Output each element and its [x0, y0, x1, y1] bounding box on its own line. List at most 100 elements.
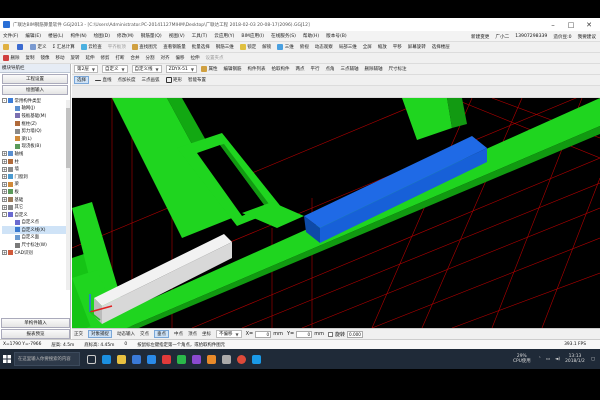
batch-select-button[interactable]: 批量选择 — [192, 44, 210, 50]
align-button[interactable]: 对齐 — [161, 55, 170, 61]
trim-button[interactable]: 修剪 — [101, 55, 110, 61]
vertex-snap[interactable]: 顶点 — [188, 331, 197, 337]
delete-button[interactable]: 删除 — [3, 55, 20, 61]
offset-button[interactable]: 偏移 — [176, 55, 185, 61]
viewport-canvas[interactable] — [72, 98, 600, 328]
menu-view[interactable]: 视图(V) — [169, 33, 185, 39]
tree-node[interactable]: + 梁 — [2, 181, 68, 189]
menu-member[interactable]: 构件(N) — [70, 33, 86, 39]
minimize-icon[interactable]: – — [544, 18, 562, 31]
tree-node[interactable]: + 柱 — [2, 158, 68, 166]
zoom-button[interactable]: 缩放 — [378, 44, 387, 50]
app-green-icon[interactable] — [174, 349, 189, 369]
pick-member-button[interactable]: 拾取构件 — [271, 66, 289, 72]
tree-node[interactable]: 自定义面 — [2, 234, 68, 242]
chrome-icon[interactable] — [234, 349, 249, 369]
menu-tools[interactable]: 工具(T) — [192, 33, 208, 39]
select-floor-button[interactable]: 选择楼层 — [432, 44, 450, 50]
view-rebar-button[interactable]: 查看钢筋量 — [163, 44, 186, 50]
tree-node[interactable]: - 常用构件类型 — [2, 97, 68, 105]
menu-help[interactable]: 帮助(H) — [303, 33, 319, 39]
tree-node[interactable]: 框柱(Z) — [2, 120, 68, 128]
menu-edit[interactable]: 编辑(E) — [25, 33, 41, 39]
expand-icon[interactable]: + — [2, 189, 7, 195]
volume-icon[interactable]: ◄) — [555, 357, 560, 362]
menu-floor[interactable]: 楼层(L) — [48, 33, 63, 39]
tree-node[interactable]: 自定义点 — [2, 219, 68, 227]
tree-node[interactable]: 剪力墙(Q) — [2, 127, 68, 135]
three-arc-tool[interactable]: 三点画弧 — [142, 77, 160, 83]
tree-node[interactable]: - 自定义 — [2, 211, 68, 219]
pan-button[interactable]: 平移 — [393, 44, 402, 50]
app-orange-icon[interactable] — [204, 349, 219, 369]
expand-icon[interactable]: + — [2, 181, 7, 187]
rebar-3d-button[interactable]: 钢筋三维 — [216, 44, 234, 50]
new-change-button[interactable]: 新建变更 — [471, 34, 489, 40]
point-length-tool[interactable]: 点加长度 — [118, 77, 136, 83]
two-point-button[interactable]: 两点 — [295, 66, 304, 72]
edge-icon[interactable] — [99, 349, 114, 369]
3d-viewport[interactable] — [72, 98, 600, 328]
fullscreen-button[interactable]: 全屏 — [363, 44, 372, 50]
expand-icon[interactable]: + — [2, 204, 7, 210]
glodon-icon[interactable] — [249, 349, 264, 369]
rotate-screen-button[interactable]: 屏幕旋转 — [408, 44, 426, 50]
move-button[interactable]: 移动 — [56, 55, 65, 61]
break-button[interactable]: 打断 — [116, 55, 125, 61]
close-icon[interactable]: ✕ — [580, 18, 598, 31]
feedback-link[interactable]: 我要建议 — [578, 34, 596, 40]
align-top-button[interactable]: 平齐板顶 — [108, 44, 126, 50]
taskbar-search[interactable]: 在这里输入你要搜索的内容 — [14, 352, 80, 366]
menu-rebar[interactable]: 钢筋量(Q) — [141, 33, 162, 39]
tree-node[interactable]: 轴网(J) — [2, 105, 68, 113]
clock[interactable]: 13:13 2018/1/2 — [565, 354, 585, 364]
menu-online[interactable]: 在线服务(S) — [271, 33, 296, 39]
y-input[interactable]: 0 — [296, 330, 313, 338]
object-snap-toggle[interactable]: 对象捕捉 — [88, 330, 112, 338]
drawing-input-button[interactable]: 绘图输入 — [2, 85, 68, 95]
expand-icon[interactable]: + — [2, 197, 7, 203]
stretch-button[interactable]: 拉伸 — [191, 55, 200, 61]
rectangle-tool[interactable]: 矩形 — [165, 77, 182, 83]
tree-node[interactable]: + 基础 — [2, 196, 68, 204]
tree-node[interactable]: + 门窗洞 — [2, 173, 68, 181]
ortho-toggle[interactable]: 正交 — [74, 331, 83, 337]
type-select[interactable]: 自定义线 ▼ — [131, 65, 162, 73]
menu-file[interactable]: 文件(F) — [3, 33, 18, 39]
tree-node[interactable]: 筏板基础(M) — [2, 112, 68, 120]
tree-node[interactable]: + 轴线 — [2, 150, 68, 158]
merge-button[interactable]: 合并 — [131, 55, 140, 61]
element-select[interactable]: ZDYX-51 ▼ — [165, 65, 197, 73]
top-view-button[interactable]: 俯视 — [300, 44, 309, 50]
view-3d-button[interactable]: 三维 — [277, 44, 294, 50]
network-icon[interactable]: ▭ — [546, 357, 550, 362]
tree-node[interactable]: 自定义线(X) — [2, 226, 68, 234]
expand-icon[interactable]: + — [2, 166, 7, 172]
lock-button[interactable]: 锁定 — [239, 44, 256, 50]
app-gray-icon[interactable] — [219, 349, 234, 369]
expand-icon[interactable]: + — [2, 174, 7, 180]
collapse-icon[interactable]: - — [2, 212, 7, 218]
expand-icon[interactable]: + — [2, 250, 7, 256]
properties-button[interactable]: 属性 — [200, 66, 217, 72]
orbit-button[interactable]: 动态观察 — [315, 44, 333, 50]
delete-aux-button[interactable]: 删除辅轴 — [364, 66, 382, 72]
line-tool[interactable]: 直线 — [95, 77, 112, 83]
app-red-icon[interactable] — [159, 349, 174, 369]
cloud-check-button[interactable]: 云检查 — [80, 44, 102, 50]
floor-select[interactable]: 第2层 ▼ — [74, 65, 98, 73]
cpu-meter[interactable]: 29% CPU使用 — [513, 354, 531, 364]
expand-icon[interactable]: + — [2, 151, 7, 157]
midpoint-snap[interactable]: 中点 — [174, 331, 183, 337]
extend-button[interactable]: 延伸 — [86, 55, 95, 61]
offset-select[interactable]: 不偏移 ▼ — [216, 330, 242, 338]
dimension-button[interactable]: 尺寸标注 — [388, 66, 406, 72]
rotate-checkbox[interactable] — [327, 331, 333, 337]
mirror-button[interactable]: 镜像 — [41, 55, 50, 61]
copy-button[interactable]: 复制 — [26, 55, 35, 61]
menu-version[interactable]: 版本号(B) — [326, 33, 347, 39]
dynamic-input-toggle[interactable]: 动态输入 — [117, 331, 135, 337]
smart-layout-tool[interactable]: 智能布置 — [188, 77, 206, 83]
local-3d-button[interactable]: 局部三维 — [339, 44, 357, 50]
split-button[interactable]: 分割 — [146, 55, 155, 61]
